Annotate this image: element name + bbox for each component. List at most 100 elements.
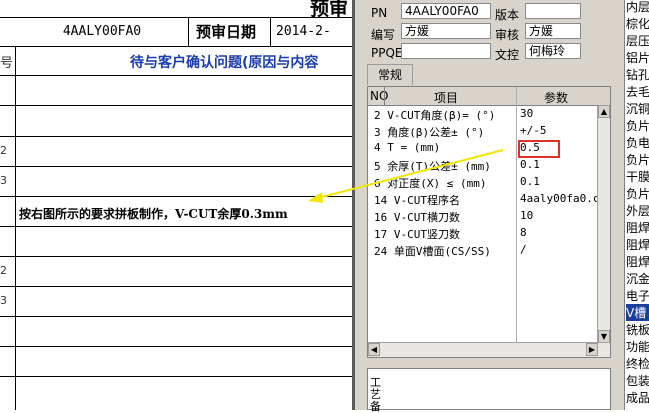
parameter-item: 2 V-CUT角度(β)= (°)	[374, 109, 496, 122]
horizontal-scrollbar[interactable]: ◀ ▶	[368, 342, 610, 357]
sheet-row[interactable]: 2	[0, 256, 352, 287]
process-list-item[interactable]: 阻焊	[626, 219, 649, 236]
info-row: 4AALY00FA0 预审日期 2014-2-	[0, 17, 352, 47]
column-divider	[15, 46, 16, 410]
process-list-item[interactable]: 内层	[626, 0, 649, 15]
highlight-box	[518, 140, 560, 158]
grid-header: NO 项目 参数	[368, 87, 610, 106]
reviewer-field[interactable]: 方媛	[525, 23, 581, 39]
process-list-item[interactable]: 干膜	[626, 168, 649, 185]
sheet-row[interactable]	[0, 75, 352, 106]
row-number-header: 号	[0, 56, 14, 71]
process-list-item[interactable]: 棕化	[626, 15, 649, 32]
process-list-item[interactable]: 去毛	[626, 83, 649, 100]
header-row: 号 待与客户确认问题(原因与内容	[0, 46, 352, 76]
process-notes-panel[interactable]: 工艺备	[367, 368, 611, 413]
row-number: 3	[0, 294, 7, 307]
tab-general[interactable]: 常规	[367, 64, 413, 85]
reviewer-label: 审核	[495, 28, 520, 42]
process-list-item[interactable]: 阻焊	[626, 236, 649, 253]
process-list-item[interactable]: 包装	[626, 372, 649, 389]
process-list-item[interactable]: 阻焊	[626, 253, 649, 270]
parameter-value[interactable]: 10	[520, 209, 533, 222]
row-number: 2	[0, 144, 7, 157]
grid-header-item: 项目	[434, 91, 459, 105]
parameter-value[interactable]: 0.1	[520, 175, 540, 188]
version-field[interactable]	[525, 3, 581, 19]
process-list-item[interactable]: 终检	[626, 355, 649, 372]
doc-control-label: 文控	[495, 48, 520, 62]
row-number: 2	[0, 264, 7, 277]
process-list-item[interactable]: 外层	[626, 202, 649, 219]
parameter-value[interactable]: /	[520, 243, 527, 256]
parameter-row[interactable]: 2 V-CUT角度(β)= (°) 30	[368, 106, 598, 123]
spreadsheet-area: 预审 4AALY00FA0 预审日期 2014-2- 号 待与客户确认问题(原因…	[0, 0, 352, 410]
parameter-value[interactable]: 30	[520, 107, 533, 120]
vertical-scrollbar[interactable]: ▲ ▼	[597, 105, 610, 343]
process-list-item[interactable]: V槽	[626, 304, 649, 321]
parameter-item: 3 角度(β)公差± (°)	[374, 126, 485, 139]
pn-field[interactable]: 4AALY00FA0	[401, 3, 491, 19]
process-list-item[interactable]: 负电	[626, 134, 649, 151]
ppqe-field[interactable]	[401, 43, 491, 59]
parameter-value[interactable]: 4aaly00fa0.cs	[520, 192, 606, 205]
parameter-item: 24 单面V槽面(CS/SS)	[374, 245, 491, 258]
process-notes-label: 工艺备	[370, 376, 381, 413]
process-list-item[interactable]: 负片	[626, 151, 649, 168]
process-list-item[interactable]: 钻孔	[626, 66, 649, 83]
note-cell-text[interactable]: 按右图所示的要求拼板制作，V-CUT余厚0.3mm	[19, 205, 288, 222]
editor-label: 编写	[371, 28, 396, 42]
parameter-value[interactable]: 0.1	[520, 158, 540, 171]
pn-cell[interactable]: 4AALY00FA0	[16, 24, 188, 39]
process-list-item[interactable]: 铝片	[626, 49, 649, 66]
process-list-item[interactable]: 沉铜	[626, 100, 649, 117]
parameter-item: 14 V-CUT程序名	[374, 194, 460, 207]
prereview-date-cell[interactable]: 2014-2-	[276, 24, 331, 39]
editor-field[interactable]: 方媛	[401, 23, 491, 39]
prereview-date-label: 预审日期	[196, 23, 257, 41]
sheet-row[interactable]	[0, 226, 352, 257]
process-list-item[interactable]: 铣板	[626, 321, 649, 338]
cell-divider	[270, 17, 271, 46]
parameter-item: 6 对正度(X) ≤ (mm)	[374, 177, 487, 190]
process-list-item[interactable]: 功能	[626, 338, 649, 355]
title-row: 预审	[0, 0, 352, 20]
parameter-row[interactable]: 17 V-CUT竖刀数 8	[368, 225, 598, 242]
parameter-row[interactable]: 6 对正度(X) ≤ (mm) 0.1	[368, 174, 598, 191]
process-list-item[interactable]: 电子	[626, 287, 649, 304]
grid-header-no: NO	[370, 89, 389, 103]
process-list-item[interactable]: 成品	[626, 389, 649, 406]
parameter-value[interactable]: +/-5	[520, 124, 547, 137]
process-list-item[interactable]: 负片	[626, 185, 649, 202]
doc-control-field[interactable]: 何梅玲	[525, 43, 581, 59]
parameter-row[interactable]: 16 V-CUT横刀数 10	[368, 208, 598, 225]
process-list-item[interactable]: 负片	[626, 117, 649, 134]
parameter-value[interactable]: 8	[520, 226, 527, 239]
sheet-row[interactable]	[0, 376, 352, 410]
parameter-row[interactable]: 14 V-CUT程序名 4aaly00fa0.cs	[368, 191, 606, 208]
parameter-row[interactable]: 4 T = (mm) 0.5	[368, 140, 598, 157]
sheet-row[interactable]	[0, 346, 352, 377]
sheet-row[interactable]	[0, 105, 352, 137]
sheet-row[interactable]: 3	[0, 166, 352, 197]
scroll-right-icon[interactable]: ▶	[586, 343, 598, 356]
parameter-row[interactable]: 5 余厚(T)公差± (mm) 0.1	[368, 157, 598, 174]
parameter-grid: NO 项目 参数 2 V-CUT角度(β)= (°) 30 3 角度(β)公差± (…	[367, 86, 611, 358]
sheet-row[interactable]: 2	[0, 136, 352, 167]
vcut-parameter-dialog: PN 4AALY00FA0 版本 编写 方媛 审核 方媛 PPQE 文控 何梅玲…	[352, 0, 624, 413]
scroll-up-icon[interactable]: ▲	[598, 105, 610, 118]
grid-header-param: 参数	[544, 91, 569, 105]
ppqe-label: PPQE	[371, 46, 403, 60]
header-divider	[384, 87, 385, 105]
pn-label: PN	[371, 6, 388, 20]
sheet-row[interactable]	[0, 316, 352, 347]
scroll-left-icon[interactable]: ◀	[368, 343, 380, 356]
parameter-item: 4 T = (mm)	[374, 141, 441, 154]
process-list: 内层 棕化 层压 铝片 钻孔 去毛 沉铜 负片 负电 负片 干膜 负片 外层 阻焊 阻焊 阻焊 沉金 电子 V槽 铣板…	[624, 0, 649, 410]
sheet-row[interactable]: 3	[0, 286, 352, 317]
process-list-item[interactable]: 沉金	[626, 270, 649, 287]
parameter-item: 5 余厚(T)公差± (mm)	[374, 160, 491, 173]
process-list-item[interactable]: 层压	[626, 32, 649, 49]
parameter-row[interactable]: 3 角度(β)公差± (°) +/-5	[368, 123, 598, 140]
parameter-row[interactable]: 24 单面V槽面(CS/SS) /	[368, 242, 598, 259]
